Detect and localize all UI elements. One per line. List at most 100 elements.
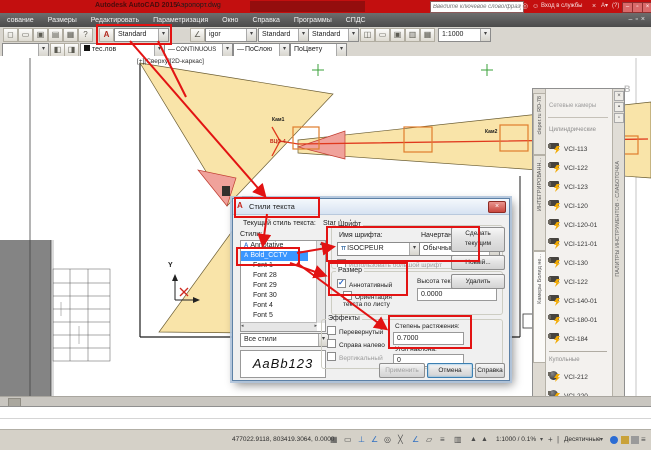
sign-in-button[interactable]: Вход в службы: [541, 3, 583, 9]
user-icon[interactable]: ☺: [532, 2, 539, 11]
annotative-checkbox[interactable]: Аннотативный: [337, 279, 392, 289]
toolbar-icon[interactable]: ◻: [3, 28, 18, 42]
dropdown-arrow-icon[interactable]: ▾: [540, 434, 543, 446]
exchange-icon[interactable]: ×: [592, 2, 596, 11]
layer-properties-icon[interactable]: ◨: [64, 43, 79, 57]
autodesk360-status-icon[interactable]: [610, 436, 618, 444]
width-factor-field[interactable]: 0.7000: [393, 332, 464, 345]
cancel-button[interactable]: Отмена: [427, 363, 473, 378]
annotation-visibility-icon[interactable]: ▲: [470, 434, 477, 446]
toolbar-icon[interactable]: ▣: [390, 28, 405, 42]
dialog-close-button[interactable]: ×: [488, 201, 506, 213]
viewport-controls[interactable]: [+][Сверху][2D-каркас]: [137, 58, 204, 65]
menu-spds[interactable]: СПДС: [339, 17, 373, 24]
menu-window[interactable]: Окно: [215, 17, 245, 24]
style-row[interactable]: Font 4: [241, 301, 317, 311]
lineweight-toggle-icon[interactable]: ≡: [440, 434, 445, 446]
palette-item[interactable]: VCI-212: [548, 369, 610, 385]
vertical-checkbox[interactable]: Вертикальный: [327, 352, 383, 362]
toolbar-icon[interactable]: ▦: [63, 28, 78, 42]
dynamic-ucs-icon[interactable]: ∠: [412, 434, 419, 446]
dropdown-arrow-icon[interactable]: [348, 29, 358, 41]
units-selector[interactable]: Десятичные: [564, 436, 601, 443]
palette-item[interactable]: VCI-130: [548, 255, 610, 271]
snap-icon[interactable]: ▦: [330, 434, 338, 446]
font-name-combo[interactable]: TTISOCPEUR: [337, 242, 420, 256]
lineweight-combo[interactable]: — ПоСлою: [233, 43, 290, 57]
toolbar-icon[interactable]: ▥: [405, 28, 420, 42]
viewport-scale-combo[interactable]: 1:1000: [438, 28, 491, 42]
annotation-scale-button[interactable]: 1:1000 / 0.1%: [496, 436, 536, 443]
dyn-input-icon[interactable]: ▱: [426, 434, 432, 446]
horizontal-scrollbar[interactable]: ◂▸: [241, 322, 317, 331]
dropdown-arrow-icon[interactable]: ▾: [600, 434, 603, 446]
palette-tab[interactable]: ИНТЕГРИРОВАНН...: [533, 155, 545, 251]
text-style-icon[interactable]: A: [99, 28, 114, 42]
palette-tab[interactable]: cleper.ru RD-78: [533, 93, 545, 155]
orientation-checkbox[interactable]: Ориентация текста по листу: [343, 291, 405, 308]
plot-style-combo[interactable]: ПоЦвету: [290, 43, 347, 57]
status-menu-icon[interactable]: ≡: [641, 434, 646, 446]
autoscale-icon[interactable]: ▲: [481, 434, 488, 446]
trusted-dwg-icon[interactable]: [621, 436, 629, 444]
palette-item[interactable]: VCI-184: [548, 331, 610, 347]
dropdown-arrow-icon[interactable]: [154, 44, 164, 56]
palette-item[interactable]: VCI-121-01: [548, 236, 610, 252]
dialog-title-bar[interactable]: A Стили текста ×: [233, 199, 509, 215]
help-icon[interactable]: (?): [612, 2, 619, 11]
palette-item[interactable]: VCI-140-01: [548, 293, 610, 309]
palette-item[interactable]: VCI-180-01: [548, 312, 610, 328]
style-row[interactable]: Font 28: [241, 271, 317, 281]
menu-dimensions[interactable]: Размеры: [41, 17, 84, 24]
otrack-icon[interactable]: ╳: [398, 434, 403, 446]
dropdown-arrow-icon[interactable]: [480, 29, 490, 41]
style-filter-combo[interactable]: Все стили: [240, 333, 329, 347]
close-icon[interactable]: ×: [614, 91, 624, 101]
dropdown-arrow-icon[interactable]: [246, 29, 256, 41]
menu-parametric[interactable]: Параметризация: [146, 17, 215, 24]
toolbar-icon[interactable]: ▭: [375, 28, 390, 42]
table-style-combo[interactable]: Standard: [258, 28, 309, 42]
style-row[interactable]: Font 5: [241, 311, 317, 321]
isolate-objects-icon[interactable]: [631, 436, 639, 444]
document-window-buttons[interactable]: ‒▫×: [629, 16, 648, 23]
linetype-combo[interactable]: — CONTINUOUS: [164, 43, 233, 57]
toolbar-icon[interactable]: ▦: [420, 28, 435, 42]
style-row-selected[interactable]: ABold_CCTV: [241, 251, 308, 261]
dropdown-arrow-icon[interactable]: [38, 44, 48, 56]
toolbar-icon[interactable]: ◫: [360, 28, 375, 42]
osnap-icon[interactable]: ◎: [384, 434, 391, 446]
style-row[interactable]: AAnnotative: [241, 241, 308, 251]
polar-icon[interactable]: ∠: [371, 434, 378, 446]
apply-button[interactable]: Применить: [379, 363, 425, 378]
search-icon[interactable]: ◎: [522, 2, 528, 11]
palette-item[interactable]: VCI-123: [548, 179, 610, 195]
dim-style-icon[interactable]: ∠: [190, 28, 205, 42]
menu-draw[interactable]: сование: [0, 17, 41, 24]
palette-tab-active[interactable]: Камеры Болид не...: [533, 251, 545, 363]
text-height-field[interactable]: 0.0000: [417, 288, 497, 301]
grid-icon[interactable]: ▭: [344, 434, 352, 446]
set-current-button[interactable]: Сделать текущим: [451, 227, 505, 252]
text-style-combo[interactable]: Standard: [114, 28, 169, 42]
mleader-style-combo[interactable]: Standard: [308, 28, 359, 42]
menu-programs[interactable]: Программы: [287, 17, 339, 24]
palette-item[interactable]: VCI-120-01: [548, 217, 610, 233]
styles-list[interactable]: AAnnotative ABold_CCTV Font 1 Font 28 Fo…: [240, 240, 326, 332]
palette-item[interactable]: VCI-113: [548, 141, 610, 157]
dropdown-arrow-icon[interactable]: [222, 44, 232, 56]
dim-style-combo[interactable]: igor: [205, 28, 257, 42]
toolbar-icon[interactable]: ▤: [48, 28, 63, 42]
style-row[interactable]: Font 29: [241, 281, 317, 291]
dropdown-arrow-icon[interactable]: [158, 29, 168, 41]
autohide-icon[interactable]: ▪: [614, 102, 624, 112]
ortho-icon[interactable]: ⊥: [358, 434, 365, 446]
delete-style-button[interactable]: Удалить: [451, 274, 505, 289]
menu-help[interactable]: Справка: [245, 17, 286, 24]
help-button[interactable]: Справка: [475, 363, 505, 378]
command-line[interactable]: [0, 406, 651, 431]
palette-item[interactable]: VCI-122: [548, 160, 610, 176]
workspace-icon[interactable]: +: [548, 434, 553, 446]
backwards-checkbox[interactable]: Справа налево: [327, 339, 385, 349]
menu-modify[interactable]: Редактировать: [84, 17, 146, 24]
